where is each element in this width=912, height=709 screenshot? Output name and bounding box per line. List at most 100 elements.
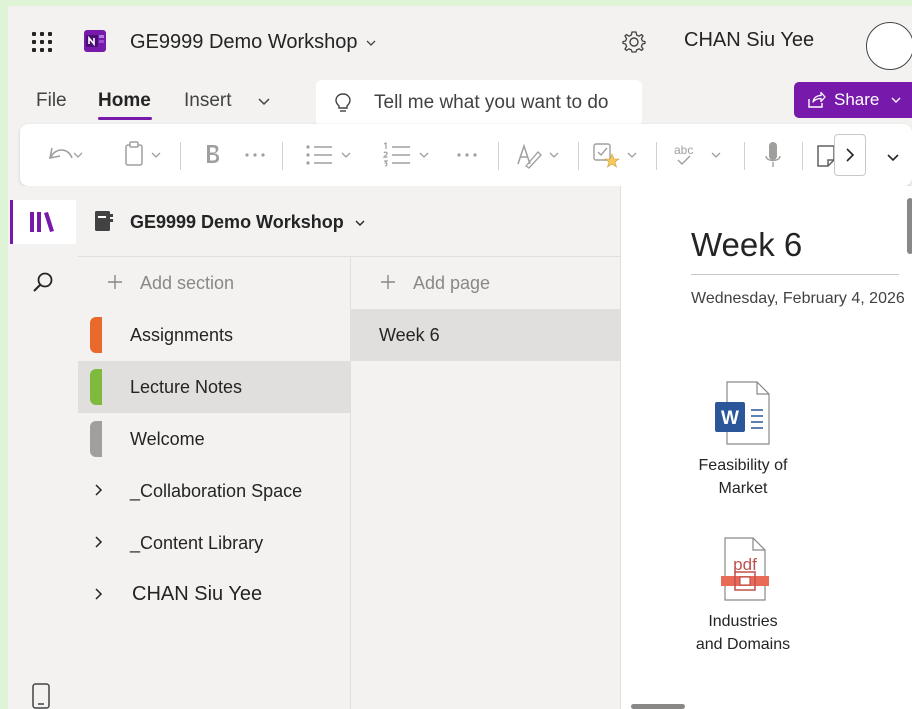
avatar[interactable] (866, 22, 912, 70)
tell-me-input[interactable] (374, 88, 634, 118)
numbered-list-icon (382, 142, 429, 167)
home-toolbar: abc (20, 124, 912, 186)
page-label: Week 6 (379, 325, 440, 345)
page-title[interactable]: Week 6 (691, 226, 802, 264)
add-page-button[interactable]: Add page (351, 257, 623, 309)
notebooks-rail-button[interactable] (10, 200, 76, 244)
toolbar-divider (744, 142, 745, 170)
word-doc-icon: W (715, 381, 770, 445)
section-lecture-notes[interactable]: Lecture Notes (78, 361, 350, 413)
tab-insert[interactable]: Insert (184, 90, 232, 112)
tab-file[interactable]: File (36, 90, 67, 112)
microphone-icon (765, 142, 781, 167)
section-color-tab (90, 421, 102, 457)
share-icon (808, 91, 826, 108)
onenote-window: GE9999 Demo Workshop CHAN Siu Yee File H… (8, 6, 912, 709)
notebook-title-menu[interactable]: GE9999 Demo Workshop (130, 31, 377, 54)
numbering-button[interactable] (376, 138, 442, 172)
section-group-label: CHAN Siu Yee (132, 583, 263, 605)
plus-icon (381, 275, 395, 289)
settings-gear-icon[interactable] (621, 29, 647, 55)
paste-button[interactable] (120, 138, 168, 172)
section-label: Lecture Notes (130, 377, 243, 397)
search-icon[interactable] (30, 270, 56, 296)
styles-button[interactable] (512, 138, 568, 172)
toolbar-divider (802, 142, 803, 170)
notebook-icon (95, 211, 113, 231)
bullet-list-icon (306, 145, 351, 165)
left-rail (8, 186, 78, 709)
ellipsis-icon (457, 153, 477, 157)
attachment-name-line2: Market (718, 480, 768, 497)
chevron-down-icon (366, 40, 376, 46)
add-section-button[interactable]: Add section (78, 257, 350, 309)
tag-checkbox-star-icon (593, 143, 637, 168)
section-group-content-library[interactable]: _Content Library (78, 517, 350, 569)
toolbar-divider (180, 142, 181, 170)
chevron-right-icon (95, 588, 103, 600)
section-assignments[interactable]: Assignments (78, 309, 350, 361)
page-week-6[interactable]: Week 6 (351, 309, 621, 361)
mobile-device-icon[interactable] (30, 682, 52, 709)
page-date: Wednesday, February 4, 2026 (691, 290, 905, 307)
section-welcome[interactable]: Welcome (78, 413, 350, 465)
tag-button[interactable] (590, 138, 650, 172)
bold-icon (207, 145, 220, 163)
attachment-word-file[interactable]: W Feasibility of Market (683, 380, 803, 500)
undo-button[interactable] (42, 138, 86, 172)
title-bar: GE9999 Demo Workshop CHAN Siu Yee (8, 6, 912, 78)
more-font-options-button[interactable] (240, 138, 270, 172)
onenote-logo-icon (84, 30, 106, 52)
share-button[interactable]: Share (794, 82, 912, 118)
plus-icon (108, 275, 122, 289)
clipboard-icon (125, 141, 161, 166)
more-paragraph-options-button[interactable] (452, 138, 482, 172)
expand-ribbon-button[interactable] (878, 138, 908, 172)
notebook-name: GE9999 Demo Workshop (130, 212, 344, 232)
spelling-label: abc (674, 143, 693, 157)
chevron-down-icon (355, 220, 365, 226)
app-launcher-icon[interactable] (32, 32, 52, 52)
page-canvas[interactable]: Week 6 Wednesday, February 4, 2026 W Fea… (620, 186, 912, 709)
toolbar-divider (578, 142, 579, 170)
section-group-label: _Content Library (130, 533, 264, 553)
pdf-icon: pdf (721, 537, 769, 601)
spell-check-icon: abc (674, 143, 721, 165)
add-section-label: Add section (140, 273, 235, 293)
attachment-name-line2: and Domains (695, 636, 791, 653)
section-label: Assignments (130, 325, 234, 345)
attachment-pdf-file[interactable]: pdf Industries and Domains (683, 536, 803, 656)
share-label: Share (834, 90, 880, 109)
more-tabs-chevron-down-icon[interactable] (257, 94, 271, 108)
attachment-name-line1: Feasibility of (698, 457, 788, 474)
dictate-button[interactable] (758, 138, 788, 172)
spelling-button[interactable]: abc (668, 138, 734, 172)
account-name[interactable]: CHAN Siu Yee (684, 29, 814, 52)
pages-list: Add page Week 6 (350, 256, 623, 709)
notebooks-library-icon (30, 212, 54, 232)
section-color-tab (90, 317, 102, 353)
horizontal-scrollbar[interactable] (631, 704, 685, 709)
toolbar-scroll-right-button[interactable] (834, 134, 866, 176)
sections-list: Add section Assignments Lecture Notes We… (78, 256, 350, 709)
toolbar-divider (282, 142, 283, 170)
active-tab-indicator (98, 117, 152, 120)
section-color-tab (90, 369, 102, 405)
ellipsis-icon (245, 153, 265, 157)
tab-home[interactable]: Home (98, 90, 151, 112)
vertical-scrollbar[interactable] (907, 198, 912, 254)
chevron-down-icon (891, 97, 901, 103)
toolbar-divider (498, 142, 499, 170)
undo-icon (48, 147, 83, 160)
word-badge: W (721, 408, 739, 429)
chevron-down-icon (887, 154, 899, 162)
section-group-label: _Collaboration Space (130, 481, 303, 501)
bullets-button[interactable] (298, 138, 364, 172)
notebook-picker[interactable]: GE9999 Demo Workshop (78, 186, 620, 256)
section-group-collaboration-space[interactable]: _Collaboration Space (78, 465, 350, 517)
toolbar-divider (656, 142, 657, 170)
tell-me-search[interactable] (316, 80, 642, 126)
section-group-student[interactable]: CHAN Siu Yee (78, 569, 350, 621)
bold-button[interactable] (198, 138, 228, 172)
lightbulb-icon (335, 93, 351, 112)
